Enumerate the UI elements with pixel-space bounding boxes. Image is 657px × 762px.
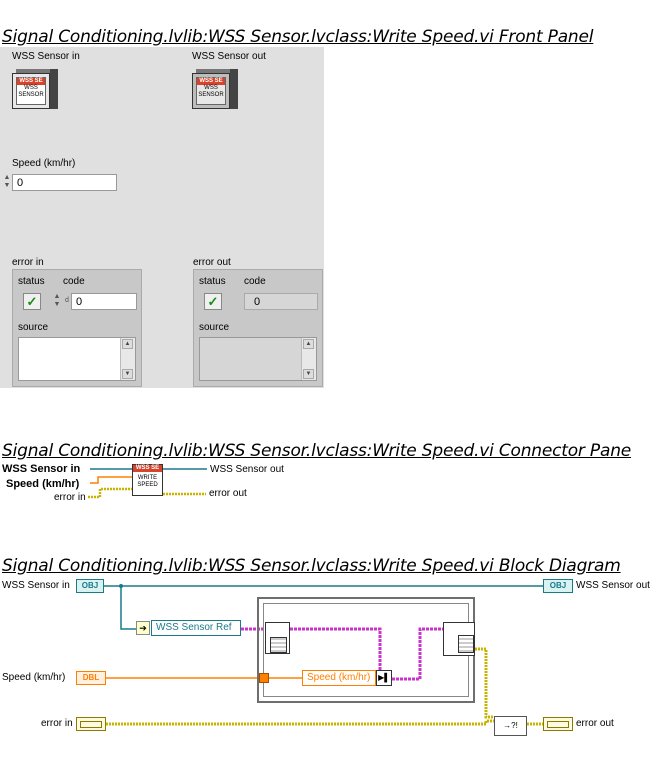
merge-errors-icon[interactable]: →?!	[494, 716, 527, 736]
error-in-source-scrollbar[interactable]: ▲ ▼	[120, 338, 135, 380]
error-in-code-field[interactable]: 0	[71, 293, 137, 310]
class-icon: WSS SE WSS SENSOR	[196, 77, 226, 105]
speed-label: Speed (km/hr)	[12, 158, 76, 169]
block-diagram-heading: Signal Conditioning.lvlib:WSS Sensor.lvc…	[2, 556, 621, 576]
bd-wss-sensor-out-terminal[interactable]: OBJ	[543, 579, 573, 593]
error-in-status-label: status	[18, 276, 45, 287]
error-out-cluster: status code ✓ d 0 source ▲▼	[193, 269, 323, 387]
wss-sensor-out-indicator: WSS SE WSS SENSOR	[192, 69, 238, 111]
bd-error-in-terminal[interactable]	[76, 717, 106, 731]
write-property-icon[interactable]	[443, 622, 475, 656]
unbundle-arrow-icon: ➔	[136, 621, 150, 635]
wss-sensor-in-label: WSS Sensor in	[12, 51, 80, 62]
error-out-code-field: 0	[244, 293, 318, 310]
bd-wss-sensor-in-terminal[interactable]: OBJ	[76, 579, 104, 593]
error-in-cluster: status code ✓ ▲ ▼ d 0 source ▲ ▼	[12, 269, 142, 387]
error-out-source-scrollbar[interactable]: ▲ ▼	[301, 338, 316, 380]
error-in-source-label: source	[18, 322, 49, 333]
bd-speed-label: Speed (km/hr)	[2, 672, 66, 683]
error-in-source-field[interactable]: ▲ ▼	[18, 337, 136, 381]
bd-error-in-label: error in	[41, 718, 73, 729]
error-in-label: error in	[12, 257, 44, 268]
wss-sensor-out-label: WSS Sensor out	[192, 51, 266, 62]
class-icon: WSS SE WSS SENSOR	[16, 77, 46, 105]
bd-error-out-label: error out	[576, 718, 614, 729]
error-out-code-label: code	[244, 276, 266, 287]
property-node-icon[interactable]: ▶▌	[376, 670, 392, 686]
bd-wss-sensor-out-label: WSS Sensor out	[576, 580, 650, 591]
front-panel: WSS Sensor in WSS SE WSS SENSOR WSS Sens…	[0, 47, 324, 388]
error-in-status-checkbox[interactable]: ✓	[23, 293, 41, 310]
error-in-code-radix[interactable]: d	[65, 297, 69, 304]
property-node-field[interactable]: Speed (km/hr)	[302, 670, 376, 686]
bd-speed-terminal[interactable]: DBL	[76, 671, 106, 685]
bd-error-out-terminal[interactable]	[543, 717, 573, 731]
error-in-code-increment-icon[interactable]: ▲ ▼	[53, 293, 61, 310]
tunnel	[259, 673, 269, 683]
error-in-code-label: code	[63, 276, 85, 287]
error-out-source-label: source	[199, 322, 230, 333]
wss-sensor-in-control[interactable]: WSS SE WSS SENSOR	[12, 69, 58, 111]
front-panel-heading: Signal Conditioning.lvlib:WSS Sensor.lvc…	[2, 27, 594, 47]
speed-numeric-control[interactable]: 0	[12, 174, 117, 191]
connector-pane-icon: WSS SE WRITE SPEED	[132, 464, 163, 496]
error-out-label: error out	[193, 257, 231, 268]
bd-wss-sensor-in-label: WSS Sensor in	[2, 580, 70, 591]
speed-increment-icon[interactable]: ▲ ▼	[3, 174, 11, 191]
error-out-status-indicator: ✓	[204, 293, 222, 310]
error-out-source-field: ▲ ▼	[199, 337, 317, 381]
get-reference-icon[interactable]	[265, 622, 290, 654]
unbundle-by-name-node[interactable]: WSS Sensor Ref	[151, 620, 241, 636]
error-out-status-label: status	[199, 276, 226, 287]
